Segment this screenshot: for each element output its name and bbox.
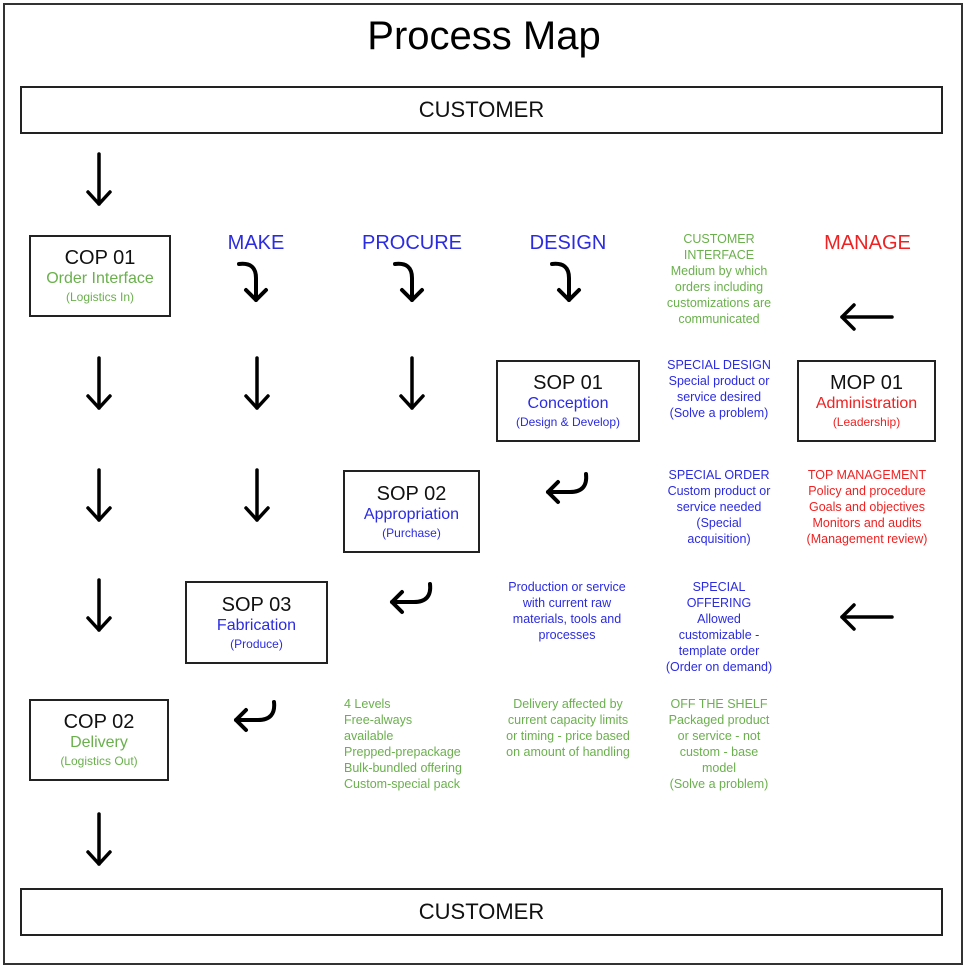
- note-levels: 4 Levels Free-always available Prepped-p…: [344, 697, 462, 791]
- curved-arrow-down-icon: [390, 258, 430, 306]
- sop01-name: Conception: [527, 395, 609, 412]
- curved-arrow-left-icon: [230, 698, 280, 734]
- arrow-down-icon: [242, 468, 272, 524]
- sop02-sub: (Purchase): [382, 525, 441, 540]
- curved-arrow-left-icon: [542, 470, 592, 506]
- sop01-code: SOP 01: [533, 372, 603, 394]
- arrow-down-icon: [397, 356, 427, 412]
- note-special-order: SPECIAL ORDER Custom product or service …: [667, 468, 771, 546]
- sop03-code: SOP 03: [221, 593, 292, 616]
- note-top-management: TOP MANAGEMENT Policy and procedure Goal…: [806, 468, 928, 546]
- cop01-name: Order Interface: [46, 270, 154, 287]
- arrow-down-icon: [84, 578, 114, 634]
- note-production: Production or service with current raw m…: [508, 580, 626, 642]
- page-title: Process Map: [367, 14, 601, 58]
- arrow-down-icon: [84, 812, 114, 868]
- sop03-box: SOP 03 Fabrication (Produce): [185, 581, 328, 664]
- arrow-down-icon: [84, 468, 114, 524]
- sop01-box: SOP 01 Conception (Design & Develop): [496, 360, 640, 442]
- header-manage: MANAGE: [824, 232, 911, 254]
- cop02-code: COP 02: [63, 711, 135, 733]
- customer-bottom-bar: CUSTOMER: [20, 888, 943, 936]
- curved-arrow-down-icon: [234, 258, 274, 306]
- arrow-left-icon: [838, 300, 896, 334]
- curved-arrow-left-icon: [386, 580, 436, 616]
- note-customer-interface: CUSTOMER INTERFACE Medium by which order…: [666, 232, 772, 326]
- arrow-down-icon: [84, 356, 114, 412]
- sop03-name: Fabrication: [216, 616, 297, 634]
- mop01-sub: (Leadership): [832, 415, 901, 429]
- sop03-sub: (Produce): [230, 636, 283, 651]
- header-make: MAKE: [227, 232, 285, 254]
- cop01-box: COP 01 Order Interface (Logistics In): [29, 235, 171, 317]
- cop01-code: COP 01: [64, 247, 136, 269]
- cop02-sub: (Logistics Out): [60, 754, 138, 768]
- arrow-down-icon: [84, 152, 114, 208]
- note-off-the-shelf: OFF THE SHELF Packaged product or servic…: [668, 697, 770, 791]
- mop01-code: MOP 01: [830, 372, 903, 394]
- mop01-box: MOP 01 Administration (Leadership): [797, 360, 936, 442]
- arrow-down-icon: [242, 356, 272, 412]
- header-design: DESIGN: [529, 232, 607, 254]
- note-delivery-affected: Delivery affected by current capacity li…: [506, 697, 630, 759]
- cop02-box: COP 02 Delivery (Logistics Out): [29, 699, 169, 781]
- note-special-offering: SPECIAL OFFERING Allowed customizable - …: [665, 580, 773, 674]
- mop01-name: Administration: [815, 395, 918, 412]
- header-procure: PROCURE: [361, 232, 462, 254]
- cop02-name: Delivery: [70, 734, 128, 751]
- customer-top-bar: CUSTOMER: [20, 86, 943, 134]
- sop02-code: SOP 02: [376, 482, 447, 505]
- arrow-left-icon: [838, 600, 896, 634]
- note-special-design: SPECIAL DESIGN Special product or servic…: [667, 358, 771, 420]
- cop01-sub: (Logistics In): [65, 290, 135, 304]
- sop01-sub: (Design & Develop): [515, 415, 621, 429]
- curved-arrow-down-icon: [547, 258, 587, 306]
- sop02-box: SOP 02 Appropriation (Purchase): [343, 470, 480, 553]
- sop02-name: Appropriation: [363, 505, 460, 523]
